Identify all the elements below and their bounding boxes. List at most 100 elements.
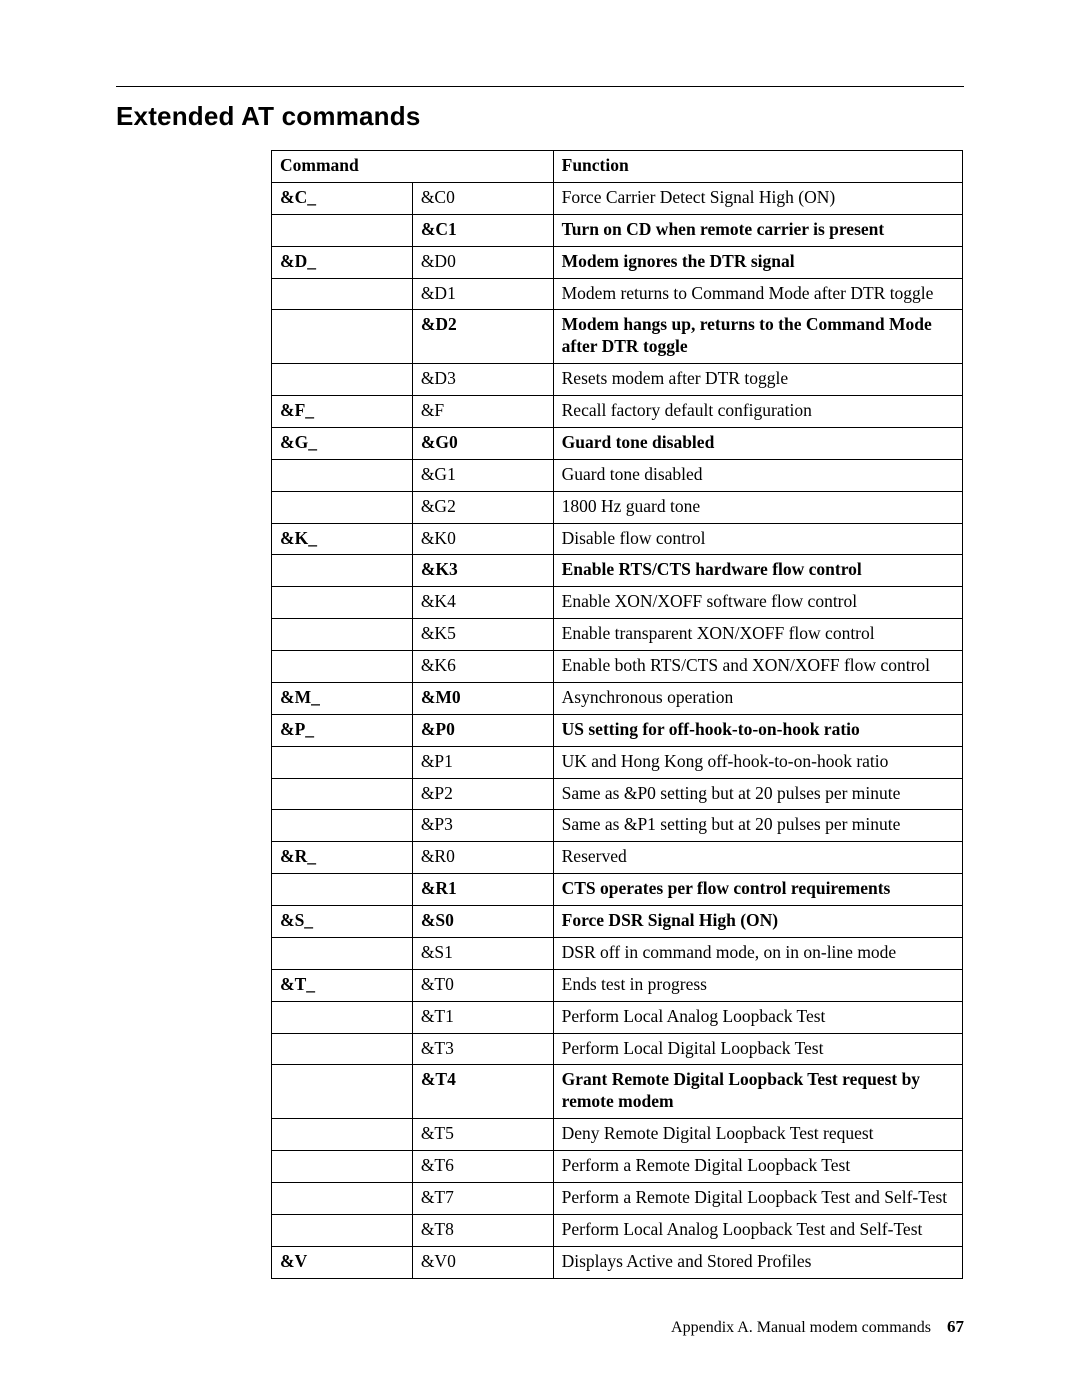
table-row: &V&V0Displays Active and Stored Profiles	[272, 1246, 963, 1278]
cell-command: &R1	[412, 874, 553, 906]
table-row: &K3Enable RTS/CTS hardware flow control	[272, 555, 963, 587]
table-row: &T6Perform a Remote Digital Loopback Tes…	[272, 1151, 963, 1183]
table-row: &P3Same as &P1 setting but at 20 pulses …	[272, 810, 963, 842]
cell-function: Perform Local Analog Loopback Test and S…	[553, 1214, 962, 1246]
table-row: &G1Guard tone disabled	[272, 459, 963, 491]
cell-command: &T4	[412, 1065, 553, 1119]
cell-group: &K_	[272, 523, 413, 555]
cell-group	[272, 1001, 413, 1033]
cell-command: &G0	[412, 427, 553, 459]
table-row: &P1UK and Hong Kong off-hook-to-on-hook …	[272, 746, 963, 778]
cell-function: Guard tone disabled	[553, 459, 962, 491]
cell-group: &C_	[272, 182, 413, 214]
table-row: &C1Turn on CD when remote carrier is pre…	[272, 214, 963, 246]
cell-command: &S1	[412, 937, 553, 969]
cell-command: &K6	[412, 651, 553, 683]
table-row: &K_&K0Disable flow control	[272, 523, 963, 555]
cell-function: Modem hangs up, returns to the Command M…	[553, 310, 962, 364]
cell-group	[272, 459, 413, 491]
cell-function: Modem returns to Command Mode after DTR …	[553, 278, 962, 310]
cell-function: Guard tone disabled	[553, 427, 962, 459]
cell-command: &P2	[412, 778, 553, 810]
cell-function: Enable RTS/CTS hardware flow control	[553, 555, 962, 587]
cell-function: Disable flow control	[553, 523, 962, 555]
table-row: &D2Modem hangs up, returns to the Comman…	[272, 310, 963, 364]
cell-command: &D0	[412, 246, 553, 278]
table-row: &F_&FRecall factory default configuratio…	[272, 396, 963, 428]
cell-command: &K4	[412, 587, 553, 619]
cell-command: &T8	[412, 1214, 553, 1246]
cell-group: &V	[272, 1246, 413, 1278]
cell-group	[272, 214, 413, 246]
cell-command: &C1	[412, 214, 553, 246]
cell-command: &D2	[412, 310, 553, 364]
table-row: &R1CTS operates per flow control require…	[272, 874, 963, 906]
cell-group	[272, 278, 413, 310]
cell-command: &T5	[412, 1119, 553, 1151]
cell-group: &T_	[272, 969, 413, 1001]
cell-command: &T0	[412, 969, 553, 1001]
cell-function: 1800 Hz guard tone	[553, 491, 962, 523]
cell-function: US setting for off-hook-to-on-hook ratio	[553, 714, 962, 746]
cell-command: &K3	[412, 555, 553, 587]
table-row: &T_&T0Ends test in progress	[272, 969, 963, 1001]
cell-group: &F_	[272, 396, 413, 428]
header-command: Command	[272, 151, 554, 183]
cell-group: &G_	[272, 427, 413, 459]
table-row: &K5Enable transparent XON/XOFF flow cont…	[272, 619, 963, 651]
table-row: &K6Enable both RTS/CTS and XON/XOFF flow…	[272, 651, 963, 683]
table-row: &T5Deny Remote Digital Loopback Test req…	[272, 1119, 963, 1151]
cell-function: Same as &P0 setting but at 20 pulses per…	[553, 778, 962, 810]
cell-command: &P1	[412, 746, 553, 778]
horizontal-rule	[116, 86, 964, 87]
cell-function: DSR off in command mode, on in on-line m…	[553, 937, 962, 969]
cell-group	[272, 491, 413, 523]
commands-table-wrap: Command Function &C_&C0Force Carrier Det…	[271, 150, 963, 1279]
cell-group	[272, 364, 413, 396]
cell-group	[272, 1214, 413, 1246]
cell-function: Deny Remote Digital Loopback Test reques…	[553, 1119, 962, 1151]
cell-function: Resets modem after DTR toggle	[553, 364, 962, 396]
cell-group	[272, 619, 413, 651]
cell-group	[272, 1151, 413, 1183]
cell-function: Displays Active and Stored Profiles	[553, 1246, 962, 1278]
cell-function: Turn on CD when remote carrier is presen…	[553, 214, 962, 246]
cell-group	[272, 555, 413, 587]
cell-group	[272, 587, 413, 619]
cell-group	[272, 874, 413, 906]
cell-function: Enable XON/XOFF software flow control	[553, 587, 962, 619]
cell-group	[272, 1065, 413, 1119]
cell-command: &T6	[412, 1151, 553, 1183]
cell-command: &K0	[412, 523, 553, 555]
cell-function: Perform Local Analog Loopback Test	[553, 1001, 962, 1033]
section-title: Extended AT commands	[116, 101, 964, 132]
cell-command: &G1	[412, 459, 553, 491]
cell-function: Force DSR Signal High (ON)	[553, 906, 962, 938]
table-row: &K4Enable XON/XOFF software flow control	[272, 587, 963, 619]
cell-function: Perform a Remote Digital Loopback Test	[553, 1151, 962, 1183]
table-row: &G21800 Hz guard tone	[272, 491, 963, 523]
table-header-row: Command Function	[272, 151, 963, 183]
cell-command: &T3	[412, 1033, 553, 1065]
footer-appendix: Appendix A. Manual modem commands	[671, 1319, 943, 1336]
cell-function: Reserved	[553, 842, 962, 874]
page-content: Extended AT commands Command Function &C…	[0, 0, 1080, 1279]
cell-command: &F	[412, 396, 553, 428]
cell-command: &T7	[412, 1182, 553, 1214]
table-row: &D3Resets modem after DTR toggle	[272, 364, 963, 396]
cell-command: &D1	[412, 278, 553, 310]
cell-group: &P_	[272, 714, 413, 746]
table-row: &T3Perform Local Digital Loopback Test	[272, 1033, 963, 1065]
table-row: &G_&G0Guard tone disabled	[272, 427, 963, 459]
cell-group: &M_	[272, 682, 413, 714]
cell-group	[272, 746, 413, 778]
cell-command: &R0	[412, 842, 553, 874]
cell-group	[272, 310, 413, 364]
header-function: Function	[553, 151, 962, 183]
table-row: &D_&D0Modem ignores the DTR signal	[272, 246, 963, 278]
cell-function: Recall factory default configuration	[553, 396, 962, 428]
cell-function: Force Carrier Detect Signal High (ON)	[553, 182, 962, 214]
cell-group: &S_	[272, 906, 413, 938]
cell-group: &R_	[272, 842, 413, 874]
cell-command: &P0	[412, 714, 553, 746]
